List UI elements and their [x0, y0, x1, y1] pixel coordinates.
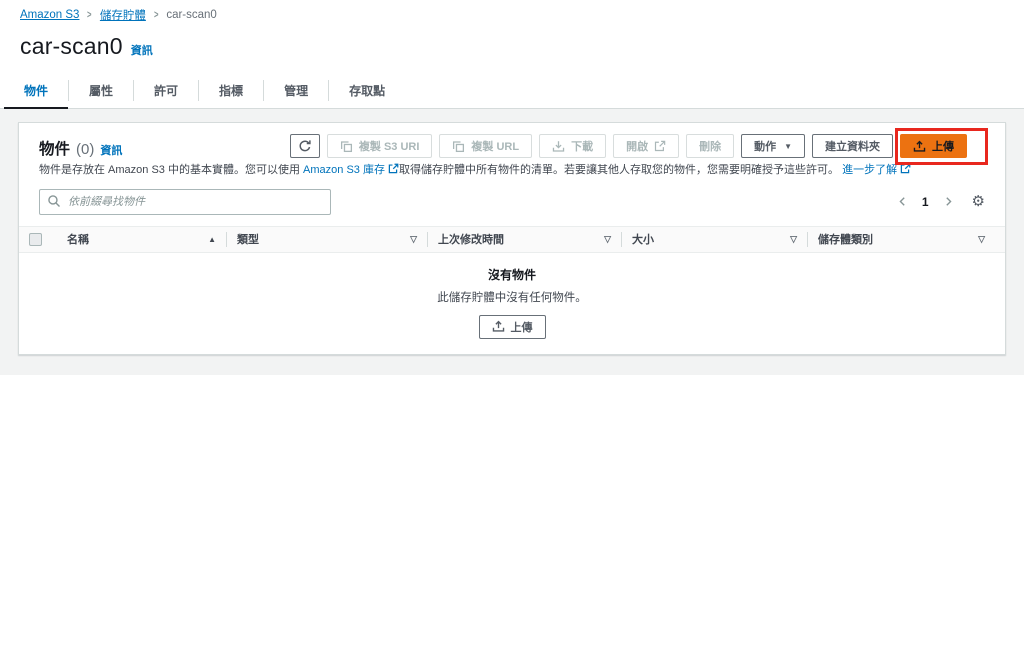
upload-icon — [492, 320, 505, 333]
copy-icon — [340, 140, 353, 153]
column-header-name[interactable]: 名稱 ▲ — [57, 231, 227, 247]
breadcrumb-separator-icon: > — [87, 9, 92, 21]
actions-label: 動作 — [754, 141, 777, 153]
delete-label: 刪除 — [699, 141, 722, 153]
tab-bar: 物件 屬性 許可 指標 管理 存取點 — [0, 73, 1024, 109]
open-label: 開啟 — [626, 141, 649, 153]
caret-down-icon: ▼ — [784, 141, 792, 151]
table-header: 名稱 ▲ 類型 ▽ 上次修改時間 ▽ 大小 ▽ 儲存體類別 ▽ — [19, 225, 1005, 253]
gear-icon: ⚙ — [971, 193, 985, 210]
delete-button[interactable]: 刪除 — [686, 134, 735, 158]
column-label: 大小 — [632, 234, 654, 246]
search-icon — [47, 194, 61, 213]
tab-permissions[interactable]: 許可 — [134, 73, 198, 108]
page-title: car-scan0 — [20, 33, 123, 59]
copy-s3-uri-button[interactable]: 複製 S3 URI — [326, 134, 433, 158]
column-header-last-modified[interactable]: 上次修改時間 ▽ — [428, 231, 622, 247]
create-folder-label: 建立資料夾 — [825, 141, 880, 153]
page-header: Amazon S3 > 儲存貯體 > car-scan0 car-scan0 資… — [0, 0, 1024, 109]
select-all-checkbox[interactable] — [29, 232, 42, 246]
pagination: 1 ⚙ — [895, 194, 985, 209]
sort-caret-icon: ▽ — [604, 233, 611, 244]
sort-caret-icon: ▽ — [978, 233, 985, 244]
preferences-button[interactable]: ⚙ — [972, 194, 985, 209]
tab-objects[interactable]: 物件 — [4, 73, 69, 109]
breadcrumb-buckets[interactable]: 儲存貯體 — [100, 7, 146, 23]
objects-count: (0) — [76, 141, 95, 158]
breadcrumb-separator-icon: > — [153, 9, 159, 21]
copy-s3-uri-label: 複製 S3 URI — [358, 141, 420, 153]
column-label: 名稱 — [67, 234, 89, 246]
refresh-icon — [298, 139, 312, 153]
upload-label: 上傳 — [510, 321, 533, 334]
download-label: 下載 — [571, 141, 594, 153]
learn-more-link[interactable]: 進一步了解 — [842, 164, 897, 176]
content-area: 物件 (0) 資訊 複製 S3 URI 複製 URL 下載 開啟 刪除 動作 ▼… — [0, 109, 1024, 375]
breadcrumb-amazon-s3[interactable]: Amazon S3 — [20, 9, 79, 21]
open-button[interactable]: 開啟 — [613, 134, 680, 158]
column-label: 儲存體類別 — [818, 234, 873, 246]
column-header-storage-class[interactable]: 儲存體類別 ▽ — [808, 232, 995, 247]
tab-access-points[interactable]: 存取點 — [329, 73, 405, 108]
tab-properties[interactable]: 屬性 — [69, 73, 133, 108]
download-icon — [552, 140, 565, 153]
tab-metrics[interactable]: 指標 — [199, 73, 263, 108]
page-number[interactable]: 1 — [922, 195, 929, 209]
objects-description: 物件是存放在 Amazon S3 中的基本實體。您可以使用 Amazon S3 … — [19, 159, 1005, 179]
description-text: 取得儲存貯體中所有物件的清單。若要讓其他人存取您的物件，您需要明確授予這些許可。 — [399, 164, 840, 176]
column-label: 上次修改時間 — [438, 234, 504, 246]
s3-console-page: Amazon S3 > 儲存貯體 > car-scan0 car-scan0 資… — [0, 0, 1024, 659]
next-page-button[interactable] — [941, 194, 956, 209]
upload-button[interactable]: 上傳 — [900, 134, 967, 158]
empty-state: 沒有物件 此儲存貯體中沒有任何物件。 上傳 — [19, 253, 1005, 354]
empty-state-upload-button[interactable]: 上傳 — [478, 314, 546, 339]
create-folder-button[interactable]: 建立資料夾 — [812, 134, 893, 158]
objects-toolbar: 複製 S3 URI 複製 URL 下載 開啟 刪除 動作 ▼ 建立資料夾 上傳 — [289, 128, 988, 165]
sort-ascending-icon: ▲ — [208, 234, 216, 244]
select-all-checkbox-cell — [29, 232, 57, 246]
empty-state-message: 此儲存貯體中沒有任何物件。 — [437, 291, 587, 304]
sort-caret-icon: ▽ — [410, 233, 417, 244]
objects-title: 物件 — [39, 141, 71, 158]
actions-button[interactable]: 動作 ▼ — [741, 134, 805, 158]
copy-url-button[interactable]: 複製 URL — [439, 134, 533, 158]
column-header-size[interactable]: 大小 ▽ — [622, 231, 808, 247]
objects-heading: 物件 (0) 資訊 — [39, 134, 122, 159]
sort-caret-icon: ▽ — [790, 233, 797, 244]
upload-icon — [913, 140, 926, 153]
column-header-type[interactable]: 類型 ▽ — [227, 231, 428, 247]
title-row: car-scan0 資訊 — [0, 23, 1024, 60]
upload-label: 上傳 — [932, 141, 954, 153]
copy-url-label: 複製 URL — [471, 141, 520, 153]
empty-state-title: 沒有物件 — [487, 267, 536, 282]
copy-icon — [452, 140, 465, 153]
search-box — [39, 188, 331, 215]
previous-page-button[interactable] — [895, 194, 910, 209]
breadcrumb-current: car-scan0 — [166, 9, 217, 21]
download-button[interactable]: 下載 — [539, 134, 607, 158]
s3-inventory-link[interactable]: Amazon S3 庫存 — [303, 164, 385, 176]
column-label: 類型 — [237, 234, 259, 246]
controls-row: 1 ⚙ — [19, 179, 1005, 215]
search-input[interactable] — [39, 188, 331, 215]
external-link-icon — [388, 163, 399, 174]
objects-panel-header: 物件 (0) 資訊 複製 S3 URI 複製 URL 下載 開啟 刪除 動作 ▼… — [19, 123, 1005, 165]
description-text: 物件是存放在 Amazon S3 中的基本實體。您可以使用 — [39, 164, 304, 176]
objects-info-link[interactable]: 資訊 — [100, 142, 122, 158]
title-info-link[interactable]: 資訊 — [131, 42, 153, 58]
refresh-button[interactable] — [289, 134, 320, 158]
tab-management[interactable]: 管理 — [264, 73, 328, 108]
objects-panel: 物件 (0) 資訊 複製 S3 URI 複製 URL 下載 開啟 刪除 動作 ▼… — [18, 122, 1006, 355]
breadcrumb: Amazon S3 > 儲存貯體 > car-scan0 — [0, 0, 1024, 23]
external-link-icon — [654, 140, 666, 152]
external-link-icon — [900, 163, 911, 174]
